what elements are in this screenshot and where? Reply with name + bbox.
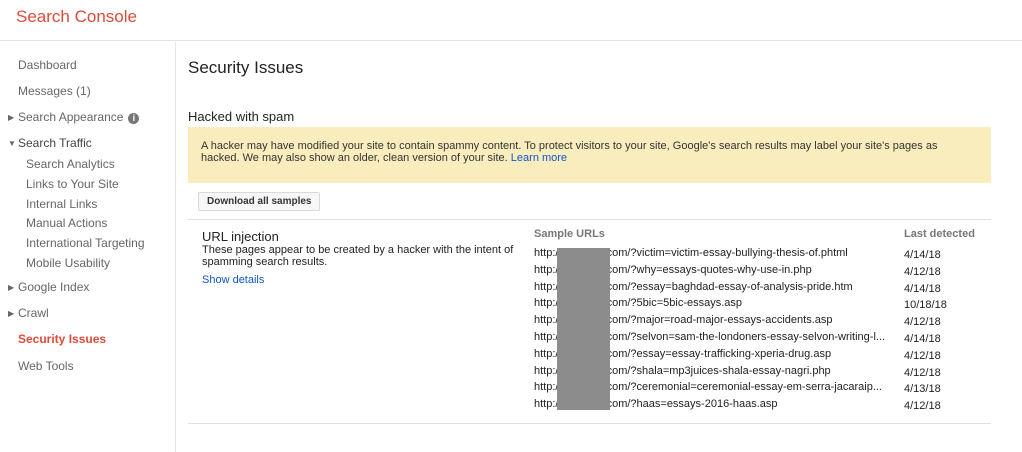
divider xyxy=(188,423,991,424)
page-title: Security Issues xyxy=(188,58,304,77)
last-detected-date: 4/12/18 xyxy=(904,316,941,329)
app-header: Search Console xyxy=(0,0,1022,41)
sidebar-item-label: Search Appearance xyxy=(18,110,124,124)
sidebar-item-messages[interactable]: Messages (1) xyxy=(18,84,91,98)
download-all-samples-button[interactable]: Download all samples xyxy=(198,192,321,211)
url-path: .com/?essay=baghdad-essay-of-analysis-pr… xyxy=(603,280,853,293)
last-detected-date: 4/14/18 xyxy=(904,333,941,345)
url-path: .com/?why=essays-quotes-why-use-in.php xyxy=(603,263,812,276)
url-path: .com/?ceremonial=ceremonial-essay-em-ser… xyxy=(603,381,882,394)
last-detected-date: 4/13/18 xyxy=(904,383,941,396)
sidebar-item-label: Google Index xyxy=(18,280,90,294)
last-detected-date: 4/14/18 xyxy=(904,249,941,261)
last-detected-date: 4/12/18 xyxy=(904,400,941,413)
warning-text: A hacker may have modified your site to … xyxy=(201,140,938,164)
issue-title: URL injection xyxy=(202,229,279,244)
last-detected-date: 4/12/18 xyxy=(904,349,941,362)
sidebar-item-links-to-your-site[interactable]: Links to Your Site xyxy=(26,177,119,191)
sidebar-item-crawl[interactable]: ▶ Crawl xyxy=(8,306,49,320)
url-path: .com/?selvon=sam-the-londoners-essay-sel… xyxy=(603,331,886,343)
last-detected-date: 4/12/18 xyxy=(904,265,941,278)
issue-description: These pages appear to be created by a ha… xyxy=(202,244,514,268)
show-details-link[interactable]: Show details xyxy=(202,274,264,286)
sidebar-item-manual-actions[interactable]: Manual Actions xyxy=(26,216,107,230)
sidebar-item-security-issues[interactable]: Security Issues xyxy=(18,332,106,346)
sidebar-item-internal-links[interactable]: Internal Links xyxy=(26,197,97,211)
redaction-block xyxy=(557,248,610,410)
sidebar-item-label: Search Traffic xyxy=(18,136,92,150)
url-path: .com/?5bic=5bic-essays.asp xyxy=(603,297,743,310)
sidebar-item-dashboard[interactable]: Dashboard xyxy=(18,58,77,72)
divider xyxy=(188,219,991,220)
url-path: .com/?victim=victim-essay-bullying-thesi… xyxy=(603,247,848,259)
sidebar-item-international-targeting[interactable]: International Targeting xyxy=(26,236,145,250)
last-detected-date: 4/14/18 xyxy=(904,282,941,295)
sidebar-item-label: Crawl xyxy=(18,306,49,320)
sidebar-item-search-appearance[interactable]: ▶ Search Appearance i xyxy=(8,110,140,124)
sidebar-item-mobile-usability[interactable]: Mobile Usability xyxy=(26,256,110,270)
info-icon[interactable]: i xyxy=(128,113,140,124)
url-path: .com/?shala=mp3juices-shala-essay-nagri.… xyxy=(603,364,831,377)
caret-right-icon: ▶ xyxy=(8,113,15,122)
caret-right-icon: ▶ xyxy=(8,283,15,292)
column-header-sample-urls: Sample URLs xyxy=(534,228,605,240)
last-detected-date: 4/12/18 xyxy=(904,366,941,379)
warning-banner: A hacker may have modified your site to … xyxy=(188,127,991,183)
caret-right-icon: ▶ xyxy=(8,309,15,318)
sidebar-item-search-traffic[interactable]: ▼ Search Traffic xyxy=(8,136,92,150)
sidebar-item-search-analytics[interactable]: Search Analytics xyxy=(26,157,115,171)
column-header-last-detected: Last detected xyxy=(904,228,975,240)
sidebar: Dashboard Messages (1) ▶ Search Appearanc… xyxy=(0,42,176,452)
url-path: .com/?major=road-major-essays-accidents.… xyxy=(603,314,833,327)
last-detected-date: 10/18/18 xyxy=(904,299,947,312)
app-title[interactable]: Search Console xyxy=(16,7,137,27)
url-path: .com/?haas=essays-2016-haas.asp xyxy=(603,398,778,411)
learn-more-link[interactable]: Learn more xyxy=(511,152,567,164)
sidebar-item-web-tools[interactable]: Web Tools xyxy=(18,359,74,373)
url-path: .com/?essay=essay-trafficking-xperia-dru… xyxy=(603,347,832,360)
section-title: Hacked with spam xyxy=(188,109,295,124)
sidebar-item-google-index[interactable]: ▶ Google Index xyxy=(8,280,89,294)
caret-down-icon: ▼ xyxy=(8,139,16,148)
